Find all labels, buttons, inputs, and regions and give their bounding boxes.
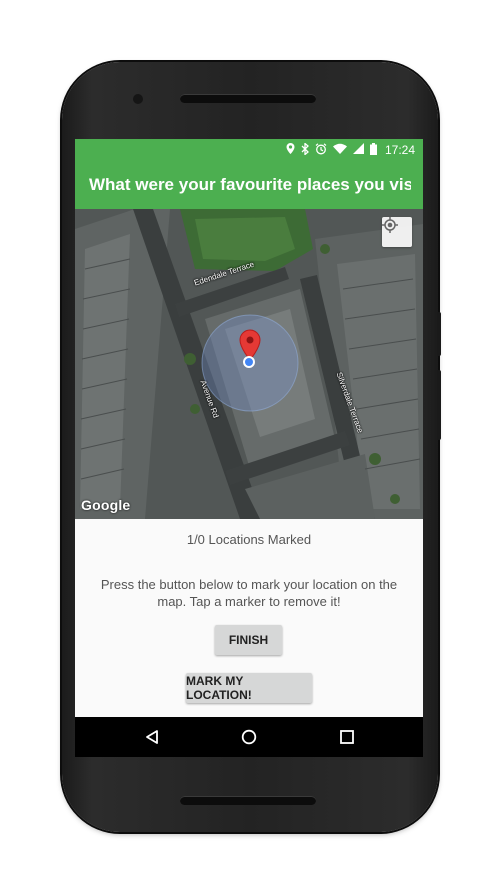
battery-icon	[369, 142, 377, 158]
my-location-button[interactable]	[382, 217, 412, 247]
map-view[interactable]: Edendale Terrace Avenue Rd Silverdale Te…	[75, 209, 423, 519]
screen: 17:24 What were your favourite places yo…	[75, 139, 423, 757]
app-bar: What were your favourite places you vis.…	[75, 161, 423, 209]
signal-icon	[352, 143, 364, 157]
power-button	[437, 312, 441, 356]
finish-button[interactable]: FINISH	[215, 625, 282, 655]
location-icon	[286, 143, 295, 157]
bottom-speaker	[180, 796, 316, 805]
navigation-bar	[75, 717, 423, 757]
home-icon[interactable]	[234, 725, 264, 749]
locations-counter: 1/0 Locations Marked	[186, 532, 312, 547]
mark-my-location-button[interactable]: MARK MY LOCATION!	[186, 673, 312, 703]
recents-icon[interactable]	[332, 725, 362, 749]
wifi-icon	[332, 143, 347, 157]
google-logo: Google	[81, 497, 131, 513]
app-title: What were your favourite places you vis.…	[89, 175, 411, 194]
alarm-icon	[315, 142, 327, 158]
status-time: 17:24	[384, 143, 415, 157]
status-bar: 17:24	[75, 139, 423, 161]
front-camera	[133, 94, 143, 104]
volume-button	[437, 370, 441, 440]
back-icon[interactable]	[137, 725, 167, 749]
my-location-dot	[243, 356, 255, 368]
instructions-text: Press the button below to mark your loca…	[100, 577, 398, 609]
bluetooth-icon	[301, 141, 309, 158]
top-speaker	[180, 94, 316, 103]
